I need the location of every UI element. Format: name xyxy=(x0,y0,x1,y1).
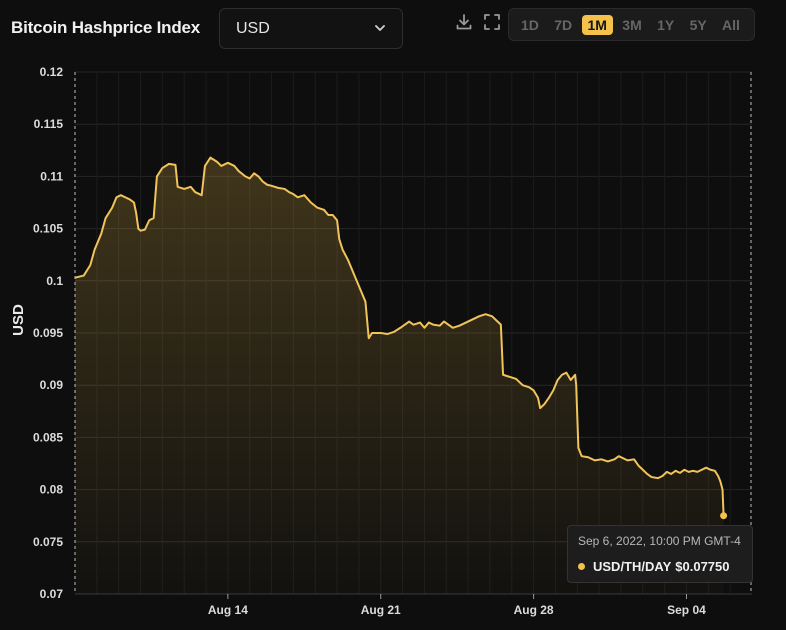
download-button[interactable] xyxy=(454,13,474,36)
y-axis-title: USD xyxy=(10,304,27,336)
tooltip-date: Sep 6, 2022, 10:00 PM GMT-4 xyxy=(578,534,741,548)
range-button-5y[interactable]: 5Y xyxy=(684,15,713,35)
chart-title: Bitcoin Hashprice Index xyxy=(11,18,201,37)
x-tick-label: Aug 14 xyxy=(208,603,248,617)
tooltip: Sep 6, 2022, 10:00 PM GMT-4 USD/TH/DAY $… xyxy=(567,525,753,583)
range-button-1m[interactable]: 1M xyxy=(581,14,613,35)
chevron-down-icon xyxy=(374,23,386,35)
range-button-3m[interactable]: 3M xyxy=(616,15,647,35)
hover-point xyxy=(720,512,728,520)
y-tick-label: 0.09 xyxy=(40,378,64,392)
range-button-all[interactable]: All xyxy=(716,15,746,35)
tooltip-series-dot xyxy=(578,563,585,570)
range-button-7d[interactable]: 7D xyxy=(548,15,578,35)
x-tick-label: Aug 28 xyxy=(514,603,554,617)
y-tick-label: 0.105 xyxy=(33,222,63,236)
tooltip-series-label: USD/TH/DAY xyxy=(593,559,672,574)
y-tick-label: 0.095 xyxy=(33,326,63,340)
y-tick-label: 0.08 xyxy=(40,483,64,497)
currency-select-value: USD xyxy=(236,19,270,37)
y-tick-label: 0.12 xyxy=(40,65,64,79)
y-tick-label: 0.085 xyxy=(33,430,63,444)
time-range-selector: 1D 7D 1M 3M 1Y 5Y All xyxy=(508,8,755,41)
range-button-1y[interactable]: 1Y xyxy=(651,15,680,35)
currency-select[interactable]: USD xyxy=(219,8,403,49)
y-tick-label: 0.1 xyxy=(46,274,63,288)
y-tick-label: 0.075 xyxy=(33,535,63,549)
tooltip-value: $0.07750 xyxy=(675,559,730,574)
y-tick-label: 0.115 xyxy=(34,117,64,131)
download-icon xyxy=(455,13,473,36)
fullscreen-icon xyxy=(483,13,501,36)
x-tick-label: Sep 04 xyxy=(667,603,706,617)
y-tick-label: 0.07 xyxy=(40,587,64,601)
fullscreen-button[interactable] xyxy=(482,13,502,36)
x-tick-label: Aug 21 xyxy=(361,603,401,617)
range-button-1d[interactable]: 1D xyxy=(515,15,545,35)
hashprice-chart-panel: Bitcoin Hashprice Index USD 1D 7D 1M 3M … xyxy=(0,0,786,630)
y-tick-label: 0.11 xyxy=(40,169,63,183)
tooltip-value-row: USD/TH/DAY $0.07750 xyxy=(578,559,730,574)
